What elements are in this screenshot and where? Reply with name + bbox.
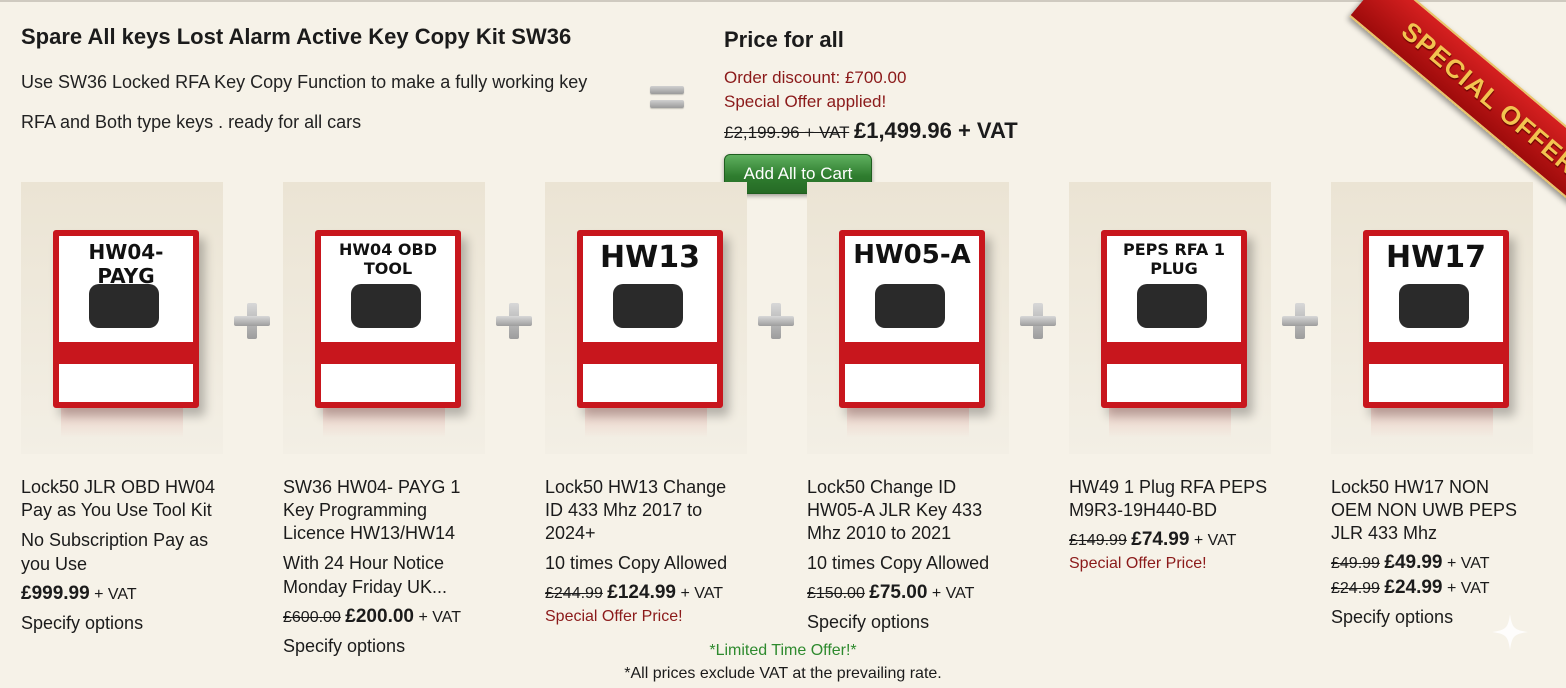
product-image[interactable]: HW13 (545, 182, 747, 454)
special-offer-label: Special Offer Price! (1069, 555, 1207, 572)
plus-icon (496, 303, 532, 339)
product-image[interactable]: HW05-A (807, 182, 1009, 454)
product-subtitle: 10 times Copy Allowed (807, 553, 990, 573)
product-name-link[interactable]: Lock50 HW13 Change ID 433 Mhz 2017 to 20… (545, 476, 747, 545)
bundle-new-total: £1,499.96 + VAT (853, 118, 1018, 143)
price-vat: + VAT (94, 586, 137, 603)
bundle-totals: £2,199.96 + VAT £1,499.96 + VAT (724, 118, 1018, 144)
product-card: HW05-A Lock50 Change ID HW05-A JLR Key 4… (807, 182, 1009, 634)
price-old: £600.00 (283, 609, 341, 626)
product-name-link[interactable]: Lock50 Change ID HW05-A JLR Key 433 Mhz … (807, 476, 1009, 545)
plus-icon (758, 303, 794, 339)
product-card: HW13 Lock50 HW13 Change ID 433 Mhz 2017 … (545, 182, 747, 626)
product-subtitle: With 24 Hour Notice Monday Friday UK... (283, 553, 448, 597)
kit-title: Spare All keys Lost Alarm Active Key Cop… (21, 24, 572, 49)
price-new: £124.99 (607, 582, 676, 603)
bundle-old-total: £2,199.96 + VAT (724, 123, 850, 142)
product-price: £999.99 + VAT (21, 582, 223, 607)
product-name-link[interactable]: Lock50 JLR OBD HW04 Pay as You Use Tool … (21, 476, 223, 522)
product-image[interactable]: HW04 OBD TOOL (283, 182, 485, 454)
product-price: £149.99 £74.99 + VAT (1069, 528, 1271, 553)
special-offer-applied: Special Offer applied! (724, 92, 887, 111)
product-price: £150.00 £75.00 + VAT (807, 581, 1009, 606)
price-new: £999.99 (21, 583, 90, 604)
price-new: £75.00 (869, 582, 928, 603)
product-card: PEPS RFA 1 PLUG HW49 1 Plug RFA PEPS M9R… (1069, 182, 1271, 573)
product-price: £244.99 £124.99 + VAT (545, 581, 747, 606)
box-label: HW05-A (853, 240, 971, 270)
product-price: £600.00 £200.00 + VAT (283, 605, 485, 630)
product-card: HW17 Lock50 HW17 NON OEM NON UWB PEPS JL… (1331, 182, 1533, 629)
specify-options-link[interactable]: Specify options (21, 611, 223, 635)
box-label: HW13 (600, 240, 700, 275)
price-vat: + VAT (1193, 532, 1237, 549)
price-old: £24.99 (1331, 580, 1380, 597)
price-old: £49.99 (1331, 555, 1380, 572)
product-image[interactable]: PEPS RFA 1 PLUG (1069, 182, 1271, 454)
price-old: £244.99 (545, 585, 603, 602)
price-vat: + VAT (418, 609, 461, 626)
vat-note: *All prices exclude VAT at the prevailin… (624, 665, 942, 682)
special-offer-label: Special Offer Price! (545, 608, 683, 625)
product-price-secondary: £24.99 £24.99 + VAT (1331, 576, 1533, 601)
product-card: HW04-PAYG Lock50 JLR OBD HW04 Pay as You… (21, 182, 223, 635)
product-image[interactable]: HW17 (1331, 182, 1533, 454)
product-name-link[interactable]: SW36 HW04- PAYG 1 Key Programming Licenc… (283, 476, 485, 545)
price-vat: + VAT (680, 585, 723, 602)
box-label: HW04 OBD TOOL (339, 240, 437, 278)
price-old: £149.99 (1069, 532, 1127, 549)
kit-description-line2: RFA and Both type keys . ready for all c… (21, 112, 362, 132)
price-vat: + VAT (931, 585, 975, 602)
product-subtitle: 10 times Copy Allowed (545, 553, 728, 573)
price-new: £74.99 (1131, 529, 1190, 550)
box-label: PEPS RFA 1 PLUG (1123, 240, 1225, 278)
price-new: £200.00 (345, 606, 414, 627)
product-image[interactable]: HW04-PAYG (21, 182, 223, 454)
product-price: £49.99 £49.99 + VAT (1331, 551, 1533, 576)
price-new: £24.99 (1384, 577, 1443, 598)
order-discount: Order discount: £700.00 (724, 68, 907, 87)
product-name-link[interactable]: HW49 1 Plug RFA PEPS M9R3-19H440-BD (1069, 476, 1271, 522)
sparkle-icon (1492, 614, 1528, 650)
product-subtitle: No Subscription Pay as you Use (21, 530, 209, 574)
price-old: £150.00 (807, 585, 865, 602)
box-label: HW04-PAYG (88, 240, 164, 288)
plus-icon (234, 303, 270, 339)
plus-icon (1282, 303, 1318, 339)
price-vat: + VAT (1446, 555, 1490, 572)
product-name-link[interactable]: Lock50 HW17 NON OEM NON UWB PEPS JLR 433… (1331, 476, 1533, 545)
specify-options-link[interactable]: Specify options (807, 610, 1009, 634)
price-new: £49.99 (1384, 552, 1443, 573)
limited-time-offer: *Limited Time Offer!* (709, 642, 857, 659)
equals-icon (650, 86, 684, 110)
box-label: HW17 (1386, 240, 1486, 275)
product-card: HW04 OBD TOOL SW36 HW04- PAYG 1 Key Prog… (283, 182, 485, 658)
plus-icon (1020, 303, 1056, 339)
price-title: Price for all (724, 27, 844, 52)
ribbon-text: SPECIAL OFFER (1396, 15, 1566, 180)
kit-description-line1: Use SW36 Locked RFA Key Copy Function to… (21, 72, 588, 92)
price-vat: + VAT (1446, 580, 1490, 597)
